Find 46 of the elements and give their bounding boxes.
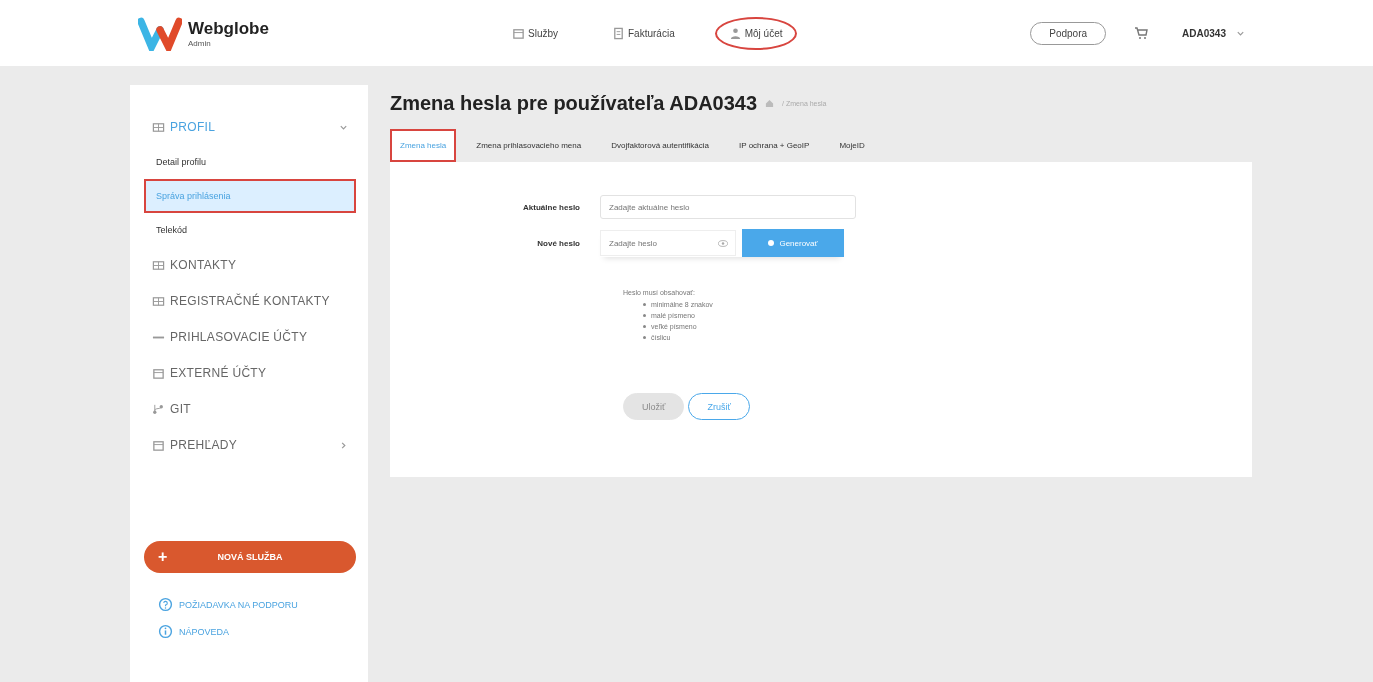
branch-icon [152,402,165,416]
grid-icon [152,120,165,134]
sidebar-item[interactable]: PRIHLASOVACIE ÚČTY [144,319,356,355]
chevron-icon[interactable] [339,440,348,450]
tab[interactable]: IP ochrana + GeoIP [729,129,820,162]
nav-link[interactable]: Môj účet [714,16,797,50]
bullet-icon [643,336,646,339]
sidebar-item[interactable]: KONTAKTY [144,247,356,283]
logo-subtitle: Admin [188,38,212,48]
grid-icon [152,294,165,308]
sidebar-item[interactable]: EXTERNÉ ÚČTY [144,355,356,391]
bullet-icon [643,314,646,317]
user-menu[interactable]: ADA0343 [1176,26,1232,40]
info-icon [158,624,173,639]
bullet-icon [643,303,646,306]
grid-icon [152,258,165,272]
new-service-button[interactable]: + NOVÁ SLUŽBA [144,541,356,573]
nav-link[interactable]: Služby [498,16,572,50]
input-field[interactable]: Zadajte aktuálne heslo [600,195,856,219]
field-label: Nové heslo [536,238,580,248]
user-icon [728,26,742,40]
sidebar-subitem[interactable]: Telekód [144,213,356,247]
input-field[interactable]: Zadajte heslo [600,230,736,256]
dot-icon [768,240,775,246]
tab[interactable]: Dvojfaktorová autentifikácia [601,129,720,162]
document-icon [612,26,625,40]
page-title: Zmena hesla pre používateľa ADA0343 [390,91,758,115]
field-label: Aktuálne heslo [522,202,580,212]
sidebar-item[interactable]: REGISTRAČNÉ KONTAKTY [144,283,356,319]
cart-icon[interactable] [1134,26,1149,40]
logo-name: Webglobe [188,18,269,39]
nav-link[interactable]: Fakturácia [598,16,689,50]
logo-icon [138,15,182,51]
eye-icon[interactable] [718,240,728,247]
sidebar-subitem[interactable]: Detail profilu [144,145,356,179]
tab[interactable]: MojeID [829,129,875,162]
box-icon [152,438,165,452]
box-icon [512,26,525,40]
tab[interactable]: Zmena prihlasovacieho mena [466,129,592,162]
sidebar-item[interactable]: PREHĽADY [144,427,356,463]
home-icon[interactable] [765,98,775,108]
support-button[interactable]: Podpora [1030,21,1107,45]
sidebar-item[interactable]: GIT [144,391,356,427]
help-icon [158,597,173,612]
box-icon [152,366,165,380]
bullet-icon [643,325,646,328]
